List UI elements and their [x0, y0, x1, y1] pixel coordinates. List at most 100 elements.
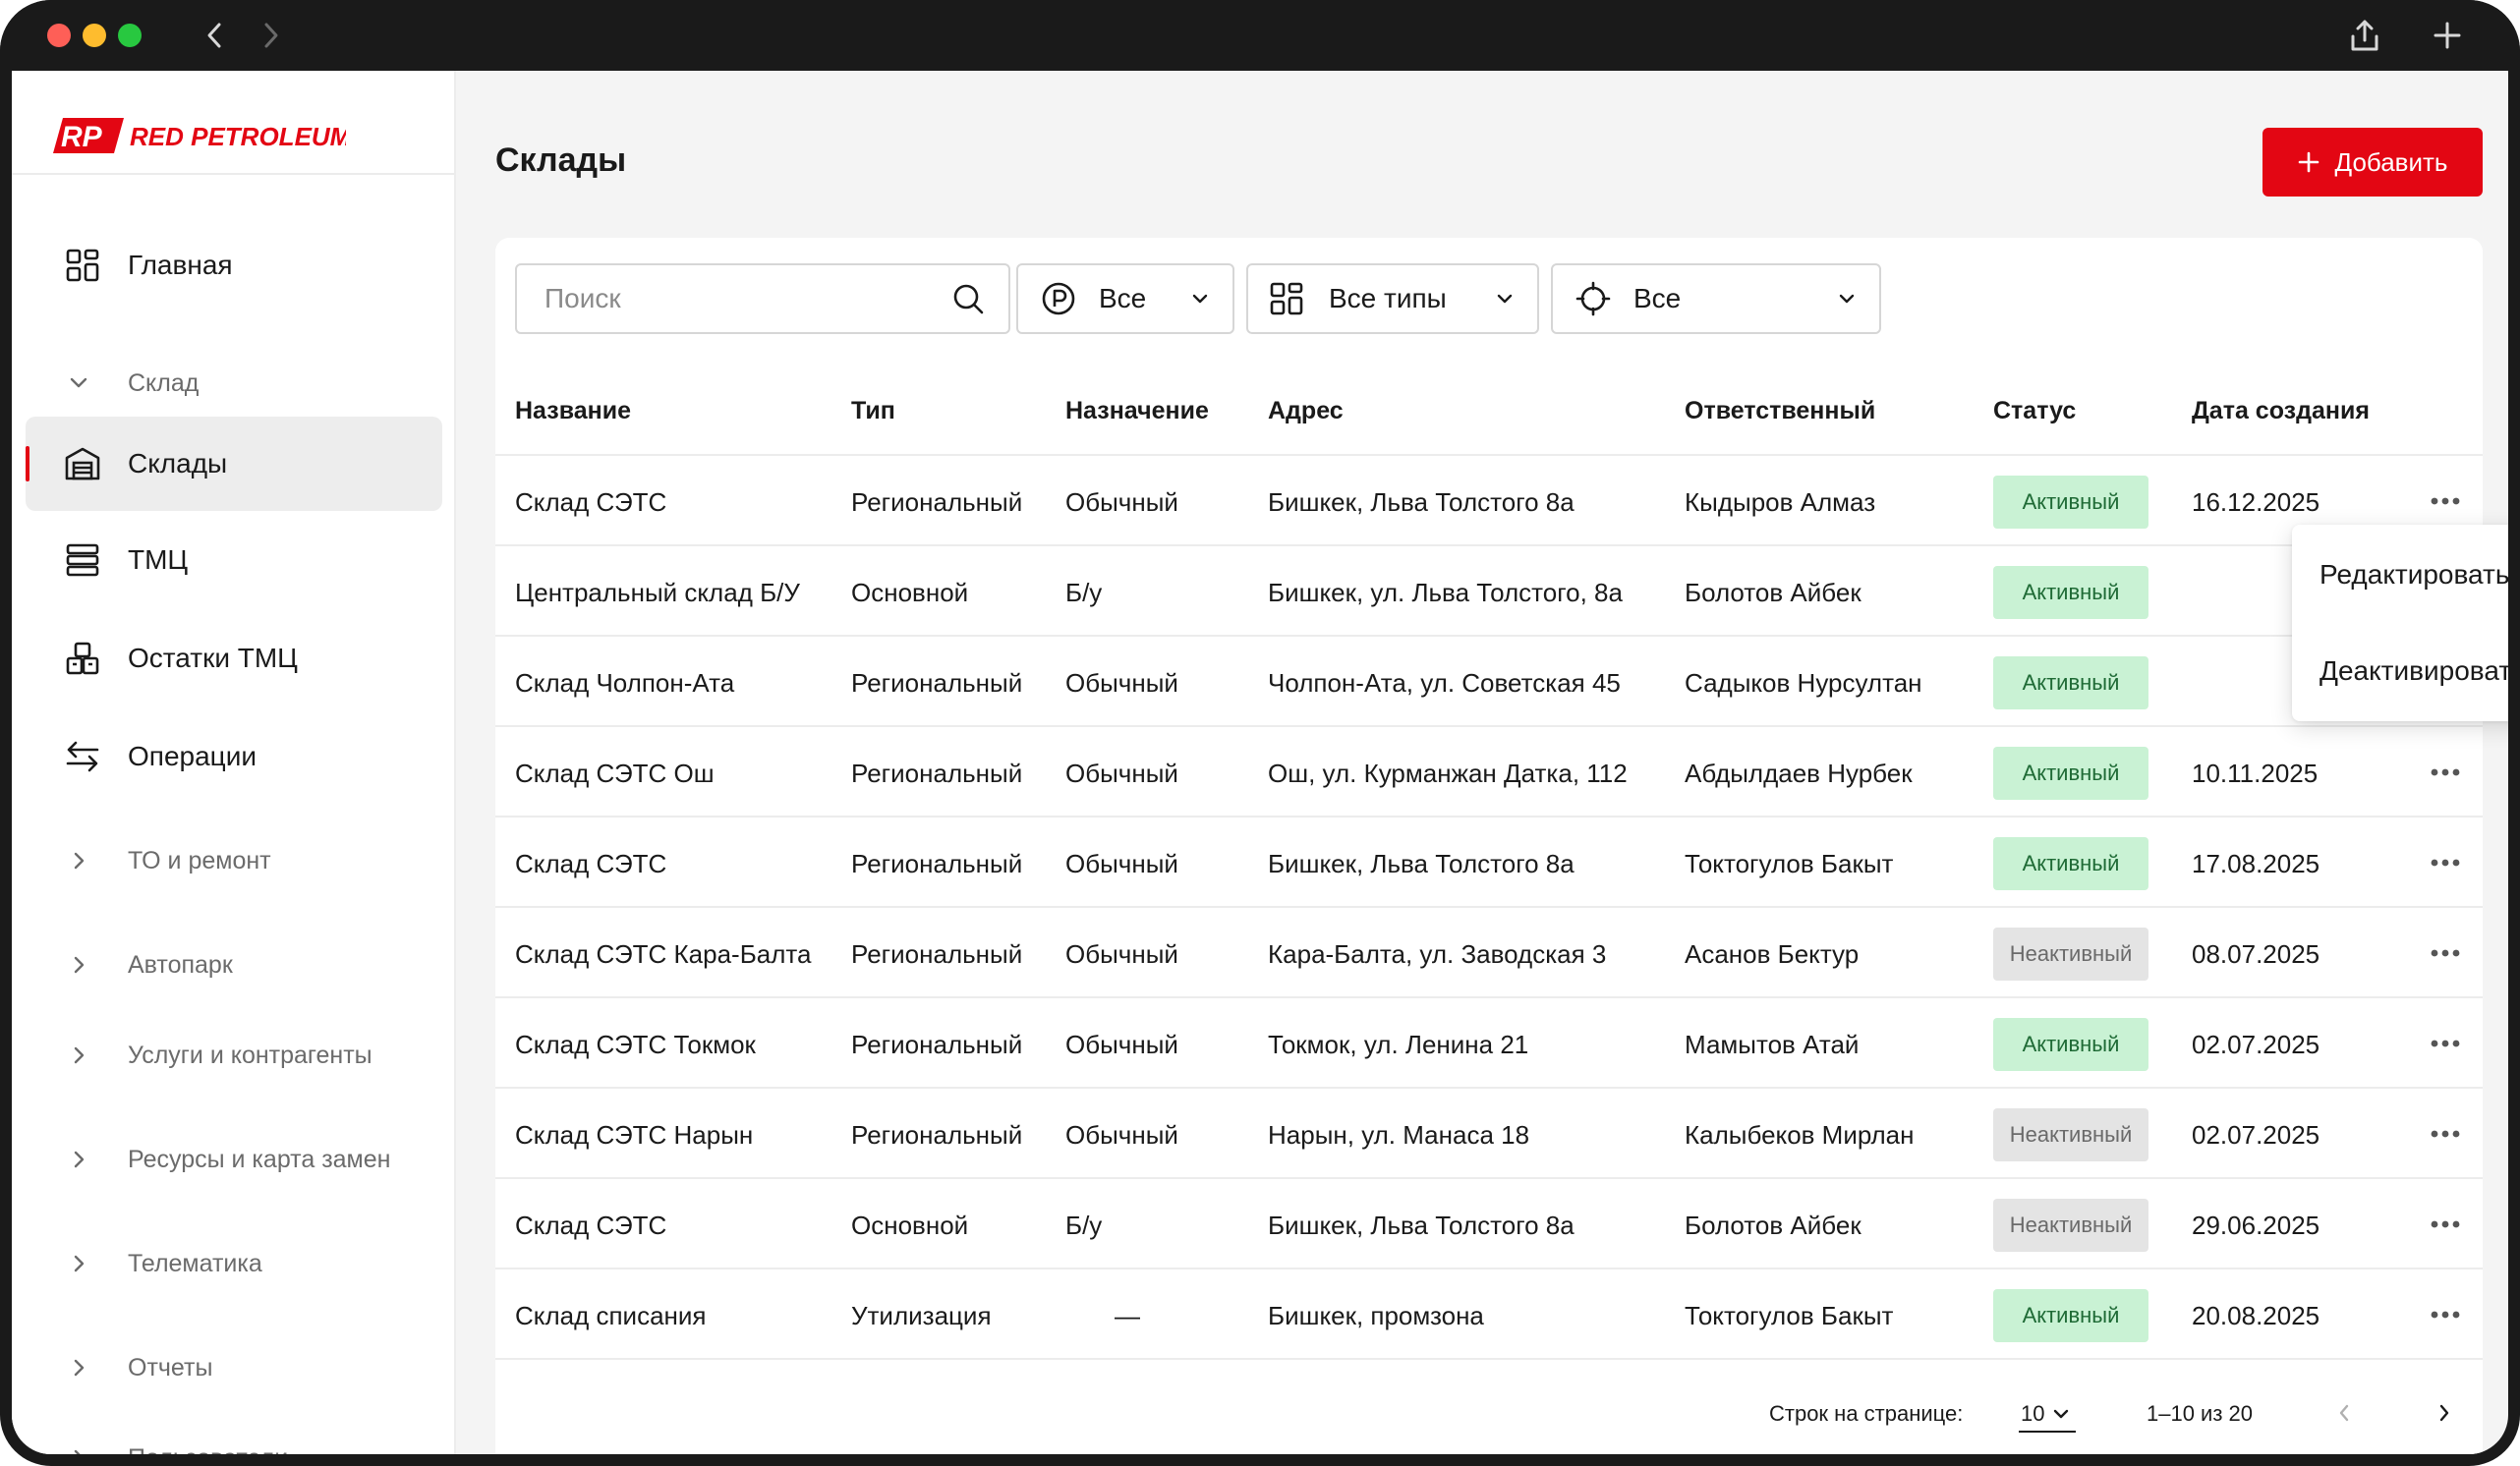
cell-type: Региональный: [851, 759, 1023, 788]
cell-owner: Кыдыров Алмаз: [1685, 487, 1876, 517]
cell-purpose: Обычный: [1065, 487, 1178, 517]
cell-purpose: —: [1115, 1301, 1140, 1330]
table-row[interactable]: Центральный склад Б/У Основной Б/у Бишке…: [495, 546, 2483, 637]
sidebar-group-reports[interactable]: Отчеты: [26, 1336, 442, 1399]
sidebar-group-label: Пользователи: [128, 1444, 288, 1455]
cell-purpose: Обычный: [1065, 1120, 1178, 1150]
cell-purpose: Б/у: [1065, 1211, 1103, 1240]
cell-owner: Калыбеков Мирлан: [1685, 1120, 1915, 1150]
chevron-right-icon: [67, 1148, 90, 1171]
sidebar-group-maintenance[interactable]: ТО и ремонт: [26, 829, 442, 892]
cell-address: Бишкек, Льва Толстого 8а: [1268, 487, 1575, 517]
back-button[interactable]: [193, 14, 236, 57]
crosshair-icon: [1575, 280, 1612, 317]
column-header-status[interactable]: Статус: [1993, 397, 2076, 425]
table-row[interactable]: Склад СЭТС Кара-Балта Региональный Обычн…: [495, 908, 2483, 998]
cell-type: Региональный: [851, 849, 1023, 878]
cell-date: 08.07.2025: [2192, 939, 2320, 969]
deactivate-menu-item[interactable]: Деактивировать: [2292, 623, 2508, 719]
sidebar-group-telematics[interactable]: Телематика: [26, 1232, 442, 1295]
row-actions-menu: Редактировать Деактивировать: [2292, 525, 2508, 721]
cell-purpose: Обычный: [1065, 759, 1178, 788]
sidebar-item-stock[interactable]: Остатки ТМЦ: [26, 611, 442, 705]
page-title: Склады: [495, 141, 627, 179]
cell-date: 10.11.2025: [2192, 759, 2319, 788]
add-button-label: Добавить: [2334, 146, 2448, 177]
cell-name: Центральный склад Б/У: [515, 578, 800, 607]
prev-page-button[interactable]: [2329, 1397, 2359, 1429]
add-button[interactable]: Добавить: [2262, 128, 2483, 197]
cell-address: Бишкек, Льва Толстого 8а: [1268, 1211, 1575, 1240]
window-titlebar: [0, 0, 2520, 71]
chevron-right-icon: [67, 849, 90, 873]
new-tab-button[interactable]: [2426, 14, 2469, 57]
edit-menu-item[interactable]: Редактировать: [2292, 527, 2508, 623]
column-header-type[interactable]: Тип: [851, 397, 895, 425]
column-header-purpose[interactable]: Назначение: [1065, 397, 1209, 425]
sidebar-group-label: Склад: [128, 368, 200, 397]
forward-button[interactable]: [250, 14, 293, 57]
maximize-window-button[interactable]: [118, 24, 142, 47]
cell-address: Ош, ул. Курманжан Датка, 112: [1268, 759, 1628, 788]
type-filter[interactable]: Все типы: [1246, 263, 1539, 334]
ellipsis-icon: [2431, 1130, 2460, 1138]
rows-per-page-select[interactable]: 10: [2019, 1393, 2076, 1433]
cell-owner: Асанов Бектур: [1685, 939, 1860, 969]
ellipsis-icon: [2431, 1311, 2460, 1319]
more-actions-button[interactable]: [2426, 845, 2465, 880]
sidebar-group-label: ТО и ремонт: [128, 846, 271, 874]
column-header-address[interactable]: Адрес: [1268, 397, 1344, 425]
column-header-date[interactable]: Дата создания: [2192, 397, 2370, 425]
more-actions-button[interactable]: [2426, 1026, 2465, 1061]
more-actions-button[interactable]: [2426, 483, 2465, 519]
purpose-filter[interactable]: Все: [1016, 263, 1234, 334]
sidebar: RP RED PETROLEUM Главная Склад Склады ТМ…: [12, 71, 456, 1454]
sidebar-item-inventory[interactable]: ТМЦ: [26, 513, 442, 607]
warehouses-card: Поиск Все Все типы Все Название Тип Назн…: [495, 238, 2483, 1454]
chevron-right-icon: [67, 953, 90, 977]
sidebar-group-warehouse[interactable]: Склад: [26, 352, 442, 415]
table-row[interactable]: Склад СЭТС Токмок Региональный Обычный Т…: [495, 998, 2483, 1089]
cell-owner: Токтогулов Бакыт: [1685, 849, 1894, 878]
more-actions-button[interactable]: [2426, 1116, 2465, 1152]
location-filter[interactable]: Все: [1551, 263, 1881, 334]
sidebar-item-warehouses[interactable]: Склады: [26, 417, 442, 511]
chevron-down-icon: [1181, 280, 1219, 317]
table-row[interactable]: Склад СЭТС Нарын Региональный Обычный На…: [495, 1089, 2483, 1179]
plus-icon: [2298, 151, 2319, 173]
chevron-down-icon: [2052, 1407, 2070, 1425]
more-actions-button[interactable]: [2426, 935, 2465, 971]
more-actions-button[interactable]: [2426, 1207, 2465, 1242]
table-row[interactable]: Склад СЭТС Региональный Обычный Бишкек, …: [495, 456, 2483, 546]
search-input[interactable]: Поиск: [515, 263, 1010, 334]
plus-icon: [2434, 22, 2461, 49]
boxes-icon: [63, 639, 102, 678]
sidebar-group-fleet[interactable]: Автопарк: [26, 933, 442, 996]
table-row[interactable]: Склад Чолпон-Ата Региональный Обычный Чо…: [495, 637, 2483, 727]
swap-icon: [63, 737, 102, 776]
company-logo[interactable]: RP RED PETROLEUM: [51, 108, 346, 163]
grid-icon: [1268, 280, 1305, 317]
sidebar-group-users[interactable]: Пользователи: [26, 1427, 442, 1454]
sidebar-group-services[interactable]: Услуги и контрагенты: [26, 1024, 442, 1087]
search-icon: [949, 280, 987, 317]
sidebar-group-resources[interactable]: Ресурсы и карта замен: [26, 1128, 442, 1191]
share-button[interactable]: [2343, 14, 2386, 57]
table-row[interactable]: Склад СЭТС Ош Региональный Обычный Ош, у…: [495, 727, 2483, 818]
more-actions-button[interactable]: [2426, 1297, 2465, 1332]
parking-icon: [1040, 280, 1077, 317]
pagination: Строк на странице: 10 1–10 из 20: [495, 1372, 2483, 1454]
table-row[interactable]: Склад СЭТС Основной Б/у Бишкек, Льва Тол…: [495, 1179, 2483, 1269]
column-header-owner[interactable]: Ответственный: [1685, 397, 1875, 425]
rows-per-page-value: 10: [2021, 1401, 2045, 1426]
table-row[interactable]: Склад СЭТС Региональный Обычный Бишкек, …: [495, 818, 2483, 908]
close-window-button[interactable]: [47, 24, 71, 47]
next-page-button[interactable]: [2430, 1397, 2459, 1429]
more-actions-button[interactable]: [2426, 755, 2465, 790]
minimize-window-button[interactable]: [83, 24, 106, 47]
sidebar-item-operations[interactable]: Операции: [26, 709, 442, 804]
table-row[interactable]: Склад списания Утилизация — Бишкек, пром…: [495, 1269, 2483, 1360]
logo-divider: [12, 173, 456, 175]
sidebar-item-home[interactable]: Главная: [26, 218, 442, 312]
column-header-name[interactable]: Название: [515, 397, 631, 425]
